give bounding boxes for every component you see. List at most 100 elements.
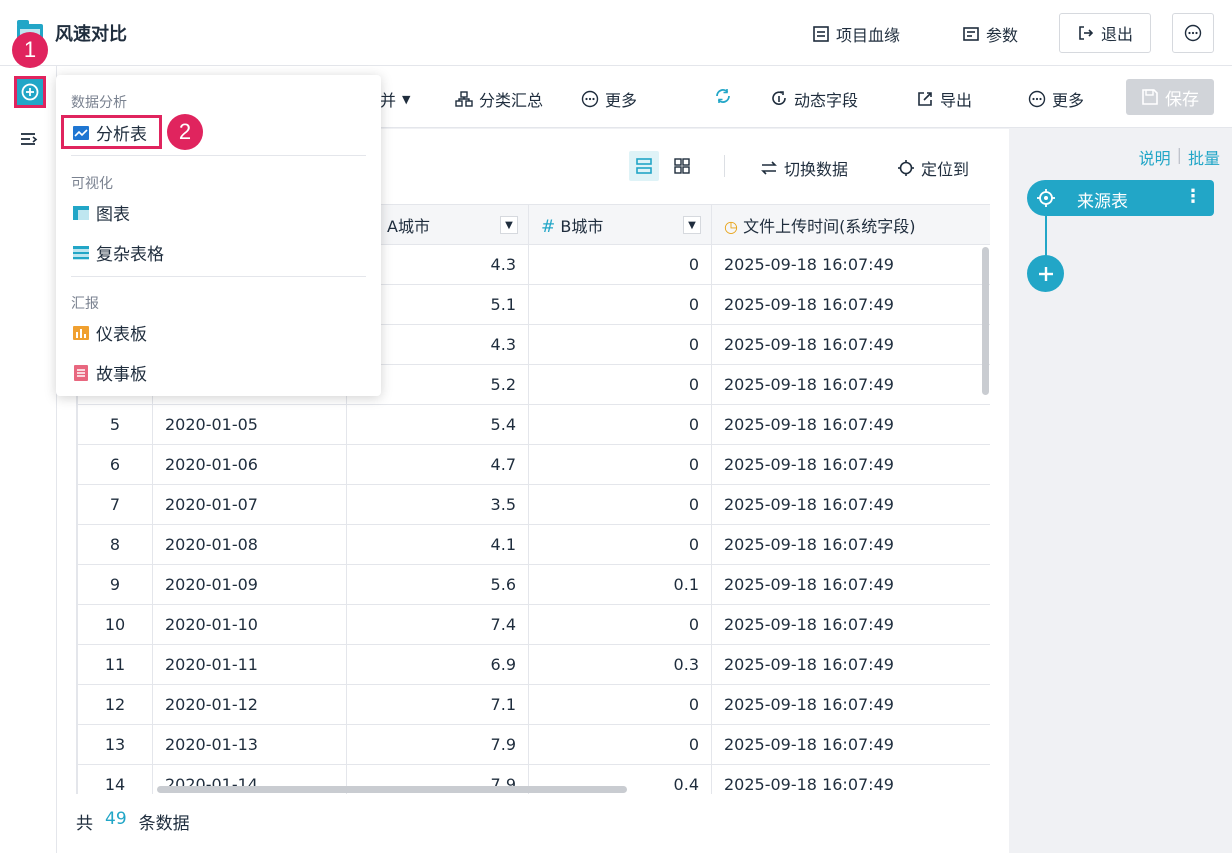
horizontal-scrollbar[interactable] <box>157 786 627 793</box>
hierarchy-icon <box>455 91 473 107</box>
lineage-icon <box>813 26 829 42</box>
table-cell: 2025-09-18 16:07:49 <box>711 484 990 525</box>
more-button-2[interactable]: 更多 <box>1028 87 1084 111</box>
menu-item-storyboard[interactable]: 故事板 <box>72 360 147 385</box>
table-cell: 6.9 <box>346 644 529 685</box>
step-badge-1: 1 <box>12 32 48 68</box>
column-header-upload-time[interactable]: ◷ 文件上传时间(系统字段) <box>711 204 990 245</box>
view-toggle <box>629 151 697 181</box>
table-cell: 14 <box>77 764 153 794</box>
merge-label: 并 <box>380 91 397 110</box>
panel-links: 说明 | 批量 <box>1139 145 1220 169</box>
exit-button[interactable]: 退出 <box>1059 13 1151 53</box>
vertical-dots-icon[interactable]: ⋮ <box>1184 186 1202 207</box>
table-cell: 0 <box>528 604 712 645</box>
table-row[interactable]: 12 2020-01-12 7.1 0 2025-09-18 16:07:49 <box>77 684 990 725</box>
more-label-1: 更多 <box>605 91 638 110</box>
refresh-button[interactable] <box>714 87 732 105</box>
menu-group-report: 汇报 <box>71 296 99 312</box>
save-button[interactable]: 保存 <box>1126 79 1214 115</box>
explain-link[interactable]: 说明 <box>1139 145 1171 169</box>
export-button[interactable]: 导出 <box>916 87 972 111</box>
vertical-scrollbar[interactable] <box>982 247 989 395</box>
number-type-icon: # <box>541 216 556 237</box>
table-cell: 0 <box>528 524 712 565</box>
table-cell: 2025-09-18 16:07:49 <box>711 364 990 405</box>
project-lineage-button[interactable]: 项目血缘 <box>812 22 900 46</box>
row-view-icon <box>636 158 652 174</box>
table-cell: 2020-01-09 <box>152 564 347 605</box>
row-view-button[interactable] <box>629 151 659 181</box>
menu-item-chart[interactable]: 图表 <box>72 200 130 225</box>
project-lineage-label: 项目血缘 <box>836 26 901 45</box>
locate-icon <box>898 160 914 176</box>
table-row[interactable]: 8 2020-01-08 4.1 0 2025-09-18 16:07:49 <box>77 524 990 565</box>
export-label: 导出 <box>940 91 973 110</box>
switch-icon <box>761 161 777 175</box>
grid-view-icon <box>674 158 690 174</box>
menu-item-complex-table[interactable]: 复杂表格 <box>72 240 164 265</box>
dynamic-field-button[interactable]: 动态字段 <box>770 87 858 111</box>
table-cell: 0 <box>528 444 712 485</box>
menu-item-dashboard[interactable]: 仪表板 <box>72 320 147 345</box>
table-cell: 0 <box>528 284 712 325</box>
table-cell: 2025-09-18 16:07:49 <box>711 724 990 765</box>
caret-down-icon: ▼ <box>402 92 411 106</box>
save-icon <box>1142 89 1158 105</box>
plus-circle-icon <box>21 83 39 101</box>
dynamic-field-label: 动态字段 <box>794 91 859 110</box>
more-button-1[interactable]: 更多 <box>581 87 637 111</box>
source-table-node[interactable]: 来源表 ⋮ <box>1027 180 1214 216</box>
table-row[interactable]: 6 2020-01-06 4.7 0 2025-09-18 16:07:49 <box>77 444 990 485</box>
header-more-button[interactable] <box>1172 13 1214 53</box>
table-cell: 0 <box>528 724 712 765</box>
table-row[interactable]: 5 2020-01-05 5.4 0 2025-09-18 16:07:49 <box>77 404 990 445</box>
switch-data-button[interactable]: 切换数据 <box>760 156 848 180</box>
table-cell: 2020-01-11 <box>152 644 347 685</box>
table-cell: 0 <box>528 404 712 445</box>
caret-down-icon[interactable]: ▼ <box>683 216 701 234</box>
menu-item-label: 故事板 <box>96 365 147 385</box>
target-icon <box>1037 189 1055 207</box>
table-row[interactable]: 11 2020-01-11 6.9 0.3 2025-09-18 16:07:49 <box>77 644 990 685</box>
table-cell: 2020-01-08 <box>152 524 347 565</box>
table-cell: 6 <box>77 444 153 485</box>
storyboard-icon <box>74 364 88 381</box>
menu-item-label: 图表 <box>96 205 130 225</box>
menu-divider <box>71 276 366 277</box>
outline-list-icon[interactable] <box>19 130 39 150</box>
add-node-button[interactable] <box>1027 255 1064 292</box>
table-cell: 2025-09-18 16:07:49 <box>711 684 990 725</box>
chart-icon <box>73 205 89 220</box>
locate-button[interactable]: 定位到 <box>897 156 969 180</box>
batch-link[interactable]: 批量 <box>1188 145 1220 169</box>
table-cell: 0 <box>528 364 712 405</box>
table-row[interactable]: 13 2020-01-13 7.9 0 2025-09-18 16:07:49 <box>77 724 990 765</box>
group-summary-button[interactable]: 分类汇总 <box>455 87 543 111</box>
exit-label: 退出 <box>1100 25 1133 44</box>
group-summary-label: 分类汇总 <box>479 91 544 110</box>
grid-view-button[interactable] <box>667 151 697 181</box>
page-title: 风速对比 <box>55 24 127 45</box>
params-icon <box>963 27 979 41</box>
column-header-label: A城市 <box>387 216 430 236</box>
table-row[interactable]: 10 2020-01-10 7.4 0 2025-09-18 16:07:49 <box>77 604 990 645</box>
merge-button[interactable]: 并 ▼ <box>380 87 410 111</box>
exit-icon <box>1079 26 1094 40</box>
table-cell: 2020-01-07 <box>152 484 347 525</box>
menu-item-label: 复杂表格 <box>96 245 164 265</box>
switch-data-label: 切换数据 <box>784 160 849 179</box>
table-row[interactable]: 9 2020-01-09 5.6 0.1 2025-09-18 16:07:49 <box>77 564 990 605</box>
params-button[interactable]: 参数 <box>962 22 1018 46</box>
table-cell: 2025-09-18 16:07:49 <box>711 284 990 325</box>
table-row[interactable]: 7 2020-01-07 3.5 0 2025-09-18 16:07:49 <box>77 484 990 525</box>
table-cell: 2025-09-18 16:07:49 <box>711 524 990 565</box>
column-header-b-city[interactable]: # B城市 ▼ <box>528 204 712 245</box>
more-label-2: 更多 <box>1052 91 1085 110</box>
column-header-label: B城市 <box>560 216 604 236</box>
table-cell: 2025-09-18 16:07:49 <box>711 324 990 365</box>
caret-down-icon[interactable]: ▼ <box>500 216 518 234</box>
table-cell: 2020-01-05 <box>152 404 347 445</box>
left-sidebar <box>0 66 57 853</box>
add-step-button[interactable] <box>14 76 46 108</box>
